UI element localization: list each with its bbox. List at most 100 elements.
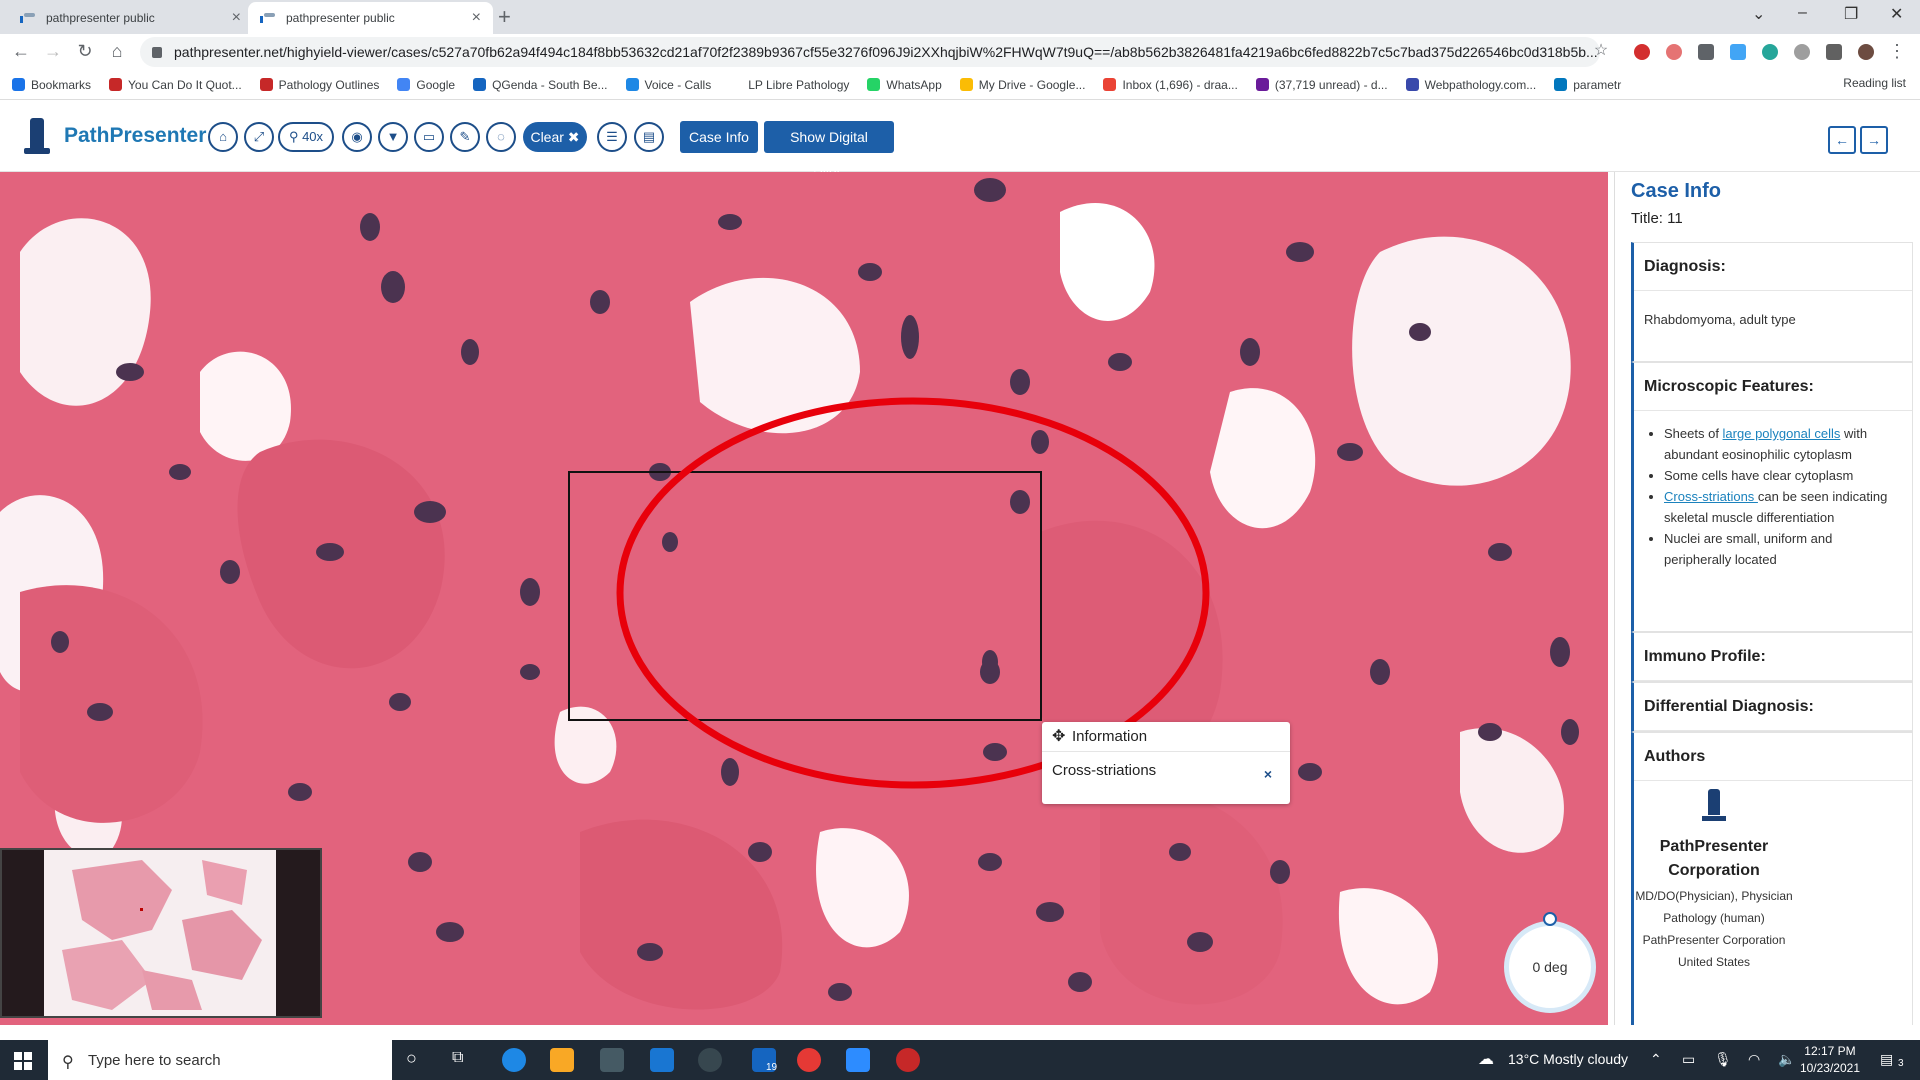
- cross-striations-link[interactable]: Cross-striations: [1664, 489, 1758, 504]
- close-icon[interactable]: ×: [1264, 766, 1272, 782]
- notifications-icon[interactable]: ▤: [1880, 1051, 1893, 1068]
- list-button[interactable]: ☰: [597, 122, 627, 152]
- pathpresenter-logo[interactable]: PathPresenter: [20, 116, 206, 156]
- case-info-button[interactable]: Case Info: [680, 121, 758, 153]
- task-view-icon[interactable]: ⧉: [452, 1049, 463, 1067]
- differential-diagnosis-card[interactable]: Differential Diagnosis:: [1631, 682, 1913, 732]
- home-button[interactable]: ⌂: [208, 122, 238, 152]
- speaker-icon[interactable]: 🔈: [1778, 1051, 1795, 1068]
- menu-dots-icon[interactable]: ⋮: [1886, 40, 1908, 62]
- bookmark-item[interactable]: Voice - Calls: [625, 78, 711, 92]
- browser-tab-2[interactable]: pathpresenter public ×: [248, 2, 493, 34]
- reading-list[interactable]: Reading list: [1843, 76, 1906, 90]
- bookmark-item[interactable]: QGenda - South Be...: [473, 78, 608, 92]
- bookmark-favicon-icon: [109, 78, 123, 91]
- bookmark-item[interactable]: Pathology Outlines: [259, 78, 379, 92]
- tray-chevron-icon[interactable]: ⌃: [1650, 1051, 1662, 1068]
- bookmarks-bar: Bookmarks You Can Do It Quot... Pathology …: [0, 70, 1920, 100]
- large-polygonal-cells-link[interactable]: large polygonal cells: [1723, 426, 1841, 441]
- tab-search-icon[interactable]: ⌄: [1752, 4, 1765, 24]
- camera-button[interactable]: ◉: [342, 122, 372, 152]
- app-header: PathPresenter ⌂ ⤢ ⚲ 40x ◉ ▼ ▭ ✎ ◌ Clear …: [0, 100, 1920, 177]
- document-button[interactable]: ▤: [634, 122, 664, 152]
- popup-header[interactable]: ✥ Information: [1042, 722, 1290, 752]
- browser-tab-1[interactable]: pathpresenter public ×: [8, 2, 253, 34]
- lasso-button[interactable]: ◌: [486, 122, 516, 152]
- extension-icon[interactable]: [1698, 44, 1714, 60]
- restore-icon[interactable]: ❐: [1844, 4, 1858, 24]
- chrome-profile-icon[interactable]: [896, 1048, 920, 1072]
- bookmark-favicon-icon: [1405, 78, 1419, 91]
- window-close-icon[interactable]: ✕: [1890, 4, 1903, 24]
- bookmark-item[interactable]: parametr: [1554, 78, 1621, 92]
- puzzle-icon[interactable]: [1826, 44, 1842, 60]
- bookmark-item[interactable]: (37,719 unread) - d...: [1255, 78, 1388, 92]
- zoom-app-icon[interactable]: [846, 1048, 870, 1072]
- pencil-button[interactable]: ✎: [450, 122, 480, 152]
- filter-button[interactable]: ▼: [378, 122, 408, 152]
- store-icon[interactable]: [600, 1048, 624, 1072]
- lock-icon: [152, 46, 162, 58]
- bookmark-item[interactable]: Bookmarks: [12, 78, 91, 92]
- close-icon[interactable]: ×: [232, 9, 241, 27]
- bookmark-item[interactable]: Webpathology.com...: [1405, 78, 1536, 92]
- immuno-profile-card[interactable]: Immuno Profile:: [1631, 632, 1913, 682]
- bookmark-item[interactable]: My Drive - Google...: [959, 78, 1085, 92]
- wifi-icon[interactable]: ◠: [1748, 1051, 1760, 1068]
- weather-text[interactable]: 13°C Mostly cloudy: [1508, 1051, 1628, 1067]
- windows-start-icon[interactable]: [14, 1052, 32, 1070]
- close-icon[interactable]: ×: [472, 9, 481, 27]
- dell-icon[interactable]: [698, 1048, 722, 1072]
- slide-minimap[interactable]: [0, 848, 322, 1018]
- show-digital-slide-button[interactable]: Show Digital Slide: [764, 121, 894, 177]
- slide-thumbnail: [2, 850, 320, 1016]
- extension-icon[interactable]: [1730, 44, 1746, 60]
- extension-record-icon[interactable]: [1634, 44, 1650, 60]
- new-tab-icon[interactable]: +: [498, 4, 511, 30]
- edge-icon[interactable]: [502, 1048, 526, 1072]
- browser-toolbar: ← → ↻ ⌂ pathpresenter.net/highyield-view…: [0, 34, 1920, 70]
- extension-icon[interactable]: [1666, 44, 1682, 60]
- mail-icon[interactable]: [650, 1048, 674, 1072]
- forward-icon[interactable]: →: [42, 40, 64, 62]
- search-icon: ⚲: [62, 1054, 74, 1071]
- presentation-button[interactable]: ▭: [414, 122, 444, 152]
- previous-arrow-icon[interactable]: ←: [1828, 126, 1856, 154]
- list-item: Some cells have clear cytoplasm: [1664, 465, 1902, 486]
- bookmark-item[interactable]: You Can Do It Quot...: [109, 78, 242, 92]
- microscopic-features-card: Microscopic Features: Sheets of large po…: [1631, 362, 1913, 632]
- bookmark-item[interactable]: Inbox (1,696) - draa...: [1103, 78, 1238, 92]
- address-bar[interactable]: pathpresenter.net/highyield-viewer/cases…: [140, 37, 1600, 67]
- rotation-dial[interactable]: 0 deg: [1504, 921, 1596, 1013]
- star-icon[interactable]: ☆: [1590, 40, 1612, 62]
- bookmark-item[interactable]: WhatsApp: [867, 78, 942, 92]
- minimize-icon[interactable]: –: [1798, 4, 1807, 22]
- reload-icon[interactable]: ↻: [74, 40, 96, 62]
- bookmark-item[interactable]: Google: [397, 78, 455, 92]
- popup-body: Cross-striations ×: [1042, 752, 1290, 782]
- clear-button[interactable]: Clear ✖: [523, 122, 587, 152]
- network-icon[interactable]: ▭: [1682, 1051, 1695, 1068]
- next-arrow-icon[interactable]: →: [1860, 126, 1888, 154]
- bookmark-label: LP Libre Pathology: [748, 77, 850, 92]
- extension-icon[interactable]: [1762, 44, 1778, 60]
- popup-text: Cross-striations: [1052, 762, 1157, 779]
- system-clock[interactable]: 12:17 PM 10/23/2021: [1800, 1043, 1860, 1077]
- cortana-icon[interactable]: ○: [406, 1048, 417, 1069]
- slide-viewer[interactable]: [0, 172, 1608, 1025]
- taskbar-search[interactable]: ⚲ Type here to search: [48, 1040, 392, 1080]
- calendar-badge: 19: [766, 1062, 778, 1073]
- fullscreen-button[interactable]: ⤢: [244, 122, 274, 152]
- rotation-handle[interactable]: [1543, 912, 1557, 926]
- home-icon[interactable]: ⌂: [106, 40, 128, 62]
- back-icon[interactable]: ←: [10, 40, 32, 62]
- bookmark-item[interactable]: LP Libre Pathology: [729, 78, 849, 92]
- chrome-icon[interactable]: [797, 1048, 821, 1072]
- windows-taskbar: ⚲ Type here to search ○ ⧉ 19 ☁ 13°C Most…: [0, 1040, 1920, 1080]
- extension-icon[interactable]: [1794, 44, 1810, 60]
- microphone-icon[interactable]: 🎙: [1714, 1051, 1732, 1068]
- zoom-button[interactable]: ⚲ 40x: [278, 122, 334, 152]
- file-explorer-icon[interactable]: [550, 1048, 574, 1072]
- move-icon[interactable]: ✥: [1052, 722, 1065, 752]
- profile-avatar[interactable]: [1858, 44, 1874, 60]
